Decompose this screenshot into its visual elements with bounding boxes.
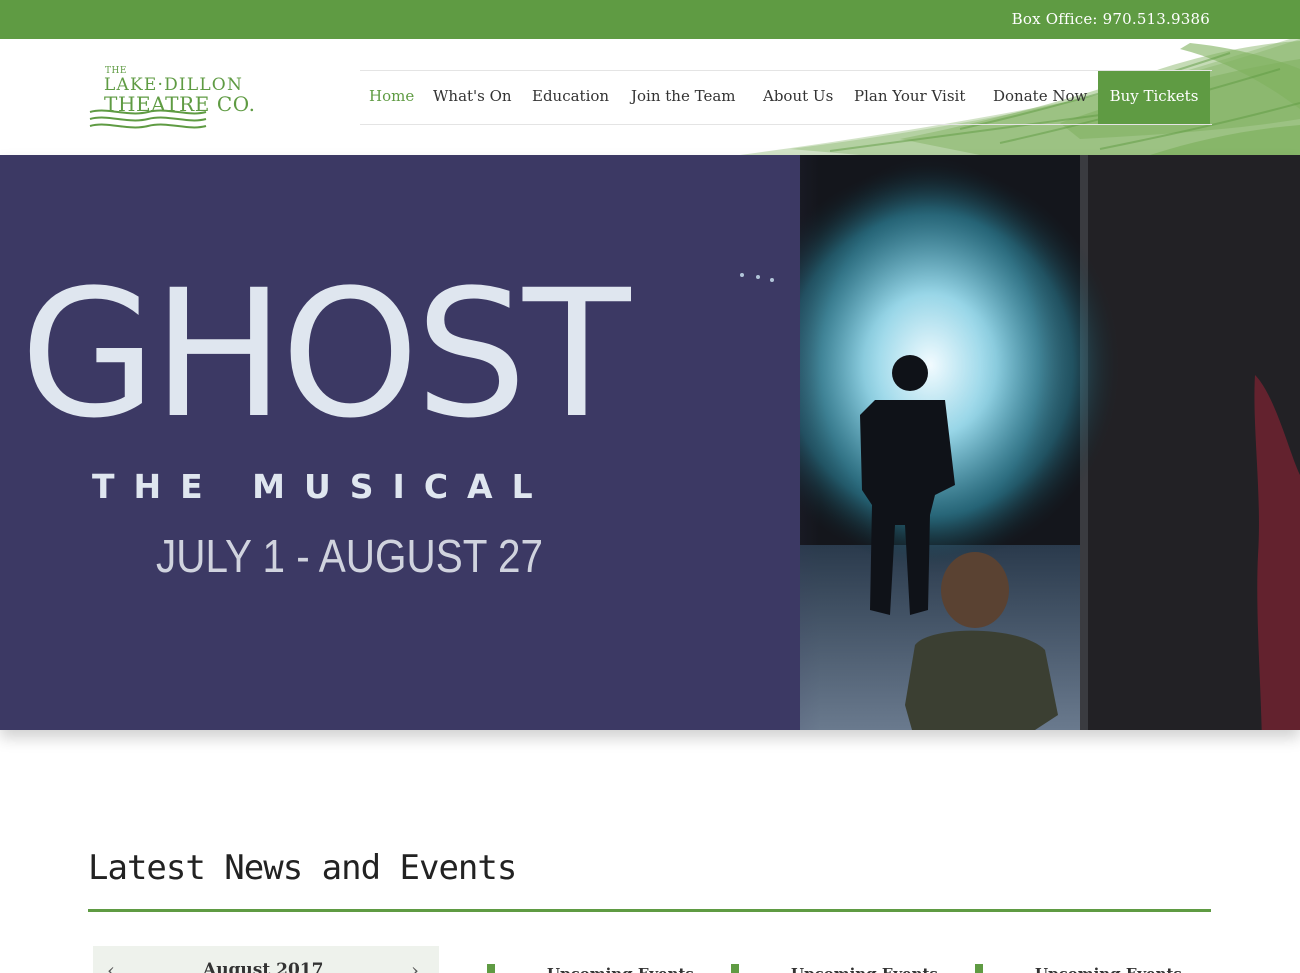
calendar-month: August 2017 [203, 960, 324, 973]
event-label: Upcoming Events [791, 965, 938, 973]
hero-subtitle: THE MUSICAL [92, 467, 552, 506]
event-card[interactable]: Upcoming Events [487, 962, 707, 973]
event-card[interactable]: Upcoming Events [975, 962, 1195, 973]
section-divider [88, 909, 1211, 912]
box-office-phone[interactable]: Box Office: 970.513.9386 [1012, 10, 1210, 28]
nav-join-the-team[interactable]: Join the Team [631, 71, 736, 124]
site-header: THE LAKE·DILLON THEATRE CO. Home What's … [0, 39, 1300, 155]
buy-tickets-button[interactable]: Buy Tickets [1098, 71, 1210, 124]
nav-donate-now[interactable]: Donate Now [993, 71, 1087, 124]
nav-about-us[interactable]: About Us [763, 71, 833, 124]
top-bar: Box Office: 970.513.9386 [0, 0, 1300, 39]
hero-dates: JULY 1 - AUGUST 27 [156, 530, 543, 582]
event-accent-bar [975, 964, 983, 973]
site-logo[interactable]: THE LAKE·DILLON THEATRE CO. [88, 63, 278, 133]
event-card[interactable]: Upcoming Events [731, 962, 951, 973]
wave-lines-icon [89, 109, 207, 129]
chevron-right-icon[interactable]: › [411, 958, 419, 973]
nav-whats-on[interactable]: What's On [433, 71, 512, 124]
nav-plan-your-visit[interactable]: Plan Your Visit [854, 71, 965, 124]
events-calendar: ‹ August 2017 › [93, 946, 439, 973]
event-label: Upcoming Events [547, 965, 694, 973]
hero-banner[interactable]: GHOST THE MUSICAL JULY 1 - AUGUST 27 [0, 155, 1300, 730]
event-accent-bar [487, 964, 495, 973]
nav-education[interactable]: Education [532, 71, 609, 124]
event-label: Upcoming Events [1035, 965, 1182, 973]
main-nav: Home What's On Education Join the Team A… [360, 70, 1212, 125]
hero-title: GHOST [20, 252, 630, 457]
chevron-left-icon[interactable]: ‹ [107, 958, 115, 973]
event-accent-bar [731, 964, 739, 973]
nav-home[interactable]: Home [369, 71, 414, 124]
news-heading: Latest News and Events [88, 848, 517, 888]
